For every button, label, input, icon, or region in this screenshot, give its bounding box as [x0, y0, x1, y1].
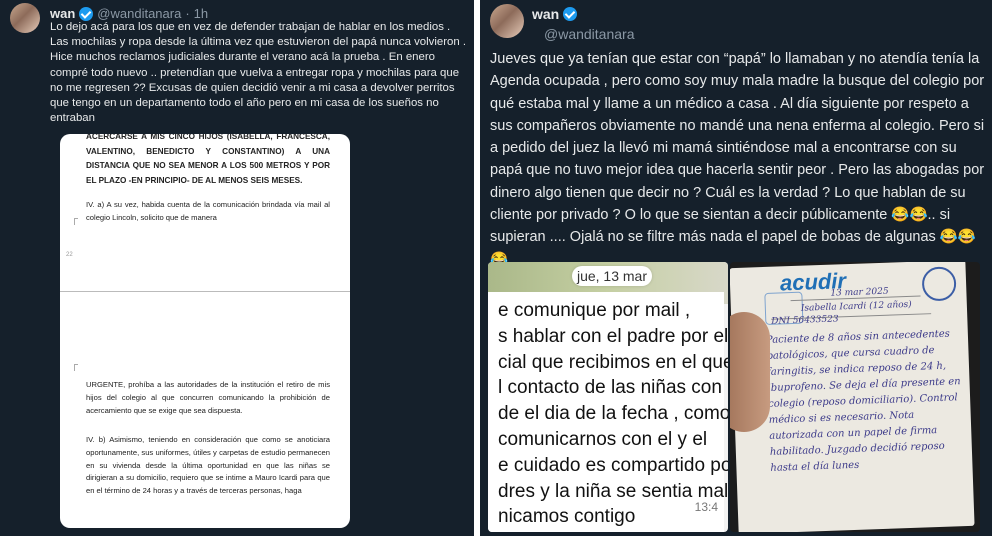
left-tweet: wan @wanditanara · 1h Lo dejo acá para l… [0, 0, 474, 536]
tweet-header: wan [532, 6, 578, 22]
page-corner-mark [74, 218, 78, 225]
document-block-a: ACERCARSE A MIS CINCO HIJOS (ISABELLA, F… [86, 134, 330, 185]
avatar[interactable] [10, 3, 40, 33]
chat-message-text: e comunique por mail , s hablar con el p… [498, 300, 728, 528]
handle[interactable]: @wanditanara [544, 26, 635, 42]
avatar[interactable] [490, 4, 524, 38]
verified-badge-icon [563, 7, 578, 21]
date-pill: jue, 13 mar [572, 266, 652, 286]
chat-screenshot-image[interactable]: jue, 13 mar e comunique por mail , s hab… [488, 262, 728, 532]
handwritten-name: Isabella Icardi (12 años) [800, 299, 912, 314]
document-block-c: URGENTE, prohíba a las autoridades de la… [86, 380, 330, 416]
document-page-number: 22 [66, 252, 73, 258]
court-document-image[interactable]: ACERCARSE A MIS CINCO HIJOS (ISABELLA, F… [60, 134, 350, 528]
verified-badge-icon [79, 6, 94, 21]
handwritten-note: Paciente de 8 años sin antecedentes pato… [765, 328, 961, 474]
tweet-text: Lo dejo acá para los que en vez de defen… [50, 21, 467, 125]
page-corner-mark [74, 364, 78, 371]
separator: · [185, 6, 190, 21]
document-block-d: IV. b) Asimismo, teniendo en consideraci… [86, 435, 330, 496]
timestamp[interactable]: 1h [194, 6, 208, 21]
document-block-b: IV. a) A su vez, habida cuenta de la com… [86, 200, 330, 222]
right-tweet: wan @wanditanara Jueves que ya tenían qu… [480, 0, 992, 536]
finger [730, 312, 770, 432]
display-name[interactable]: wan [50, 6, 75, 21]
page-break [60, 291, 350, 292]
tweet-header: wan @wanditanara · 1h [50, 6, 208, 21]
message-time: 13:4 [694, 500, 718, 514]
display-name[interactable]: wan [532, 6, 559, 22]
tweet-text: Jueves que ya tenían que estar con “papá… [490, 51, 985, 268]
medical-note-image[interactable]: acudir 13 mar 2025 Isabella Icardi (12 a… [730, 262, 980, 532]
handle[interactable]: @wanditanara [97, 6, 181, 21]
